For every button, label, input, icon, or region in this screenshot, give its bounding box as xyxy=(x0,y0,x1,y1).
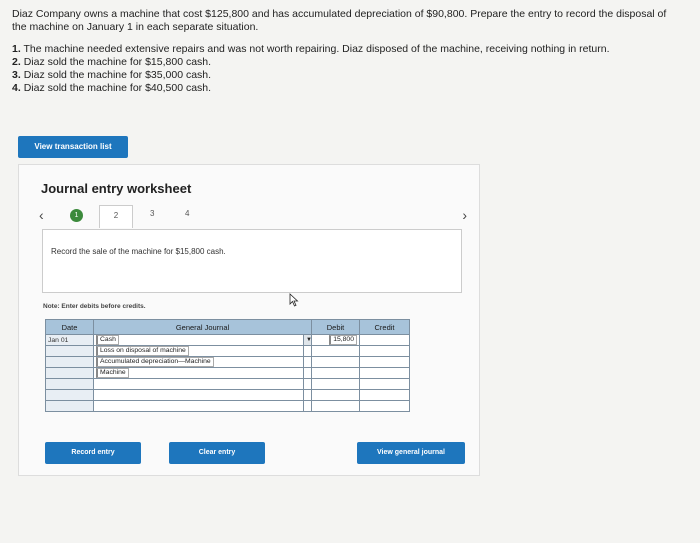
part-number: 2. xyxy=(12,56,21,68)
credit-cell[interactable] xyxy=(359,367,410,379)
debit-cell[interactable] xyxy=(311,400,360,412)
chevron-down-icon[interactable]: ▼ xyxy=(303,334,312,346)
tab-step-2[interactable]: 2 xyxy=(99,205,133,228)
problem-part-3: 3. Diaz sold the machine for $35,000 cas… xyxy=(12,69,682,82)
debit-cell[interactable] xyxy=(311,345,360,357)
table-row xyxy=(45,389,410,401)
date-cell[interactable] xyxy=(45,378,94,390)
debit-cell[interactable] xyxy=(311,378,360,390)
part-number: 4. xyxy=(12,82,21,94)
part-text: Diaz sold the machine for $35,000 cash. xyxy=(23,69,212,81)
account-cell[interactable] xyxy=(93,389,304,401)
credit-cell[interactable] xyxy=(359,334,410,346)
dropdown-cell[interactable] xyxy=(303,345,312,357)
account-cell[interactable]: Loss on disposal of machine xyxy=(93,345,304,357)
view-transaction-list-button[interactable]: View transaction list xyxy=(18,136,128,158)
problem-intro: Diaz Company owns a machine that cost $1… xyxy=(12,8,667,33)
prompt-text: Record the sale of the machine for $15,8… xyxy=(51,247,226,256)
journal-entry-worksheet: Journal entry worksheet ‹ 1 2 3 4 › Reco… xyxy=(18,164,480,476)
chevron-left-icon[interactable]: ‹ xyxy=(39,207,44,223)
problem-statement: Diaz Company owns a machine that cost $1… xyxy=(12,8,682,95)
credit-cell[interactable] xyxy=(359,389,410,401)
debit-credit-note: Note: Enter debits before credits. xyxy=(43,303,146,310)
table-row: Accumulated depreciation—Machine xyxy=(45,356,410,368)
tab-step-4[interactable]: 4 xyxy=(185,209,189,218)
table-row xyxy=(45,378,410,390)
credit-cell[interactable] xyxy=(359,378,410,390)
debit-cell[interactable]: 15,800 xyxy=(311,334,360,346)
dropdown-cell[interactable] xyxy=(303,356,312,368)
date-cell[interactable] xyxy=(45,389,94,401)
problem-part-2: 2. Diaz sold the machine for $15,800 cas… xyxy=(12,56,682,69)
prompt-box: Record the sale of the machine for $15,8… xyxy=(42,229,462,293)
account-name[interactable]: Accumulated depreciation—Machine xyxy=(96,357,214,367)
table-row: Machine xyxy=(45,367,410,379)
part-text: Diaz sold the machine for $40,500 cash. xyxy=(23,82,212,94)
chevron-right-icon[interactable]: › xyxy=(462,207,467,223)
table-row: Loss on disposal of machine xyxy=(45,345,410,357)
debit-cell[interactable] xyxy=(311,389,360,401)
dropdown-cell[interactable] xyxy=(303,400,312,412)
record-entry-button[interactable]: Record entry xyxy=(45,442,141,464)
date-cell[interactable] xyxy=(45,367,94,379)
problem-parts: 1. The machine needed extensive repairs … xyxy=(12,43,682,95)
date-cell[interactable] xyxy=(45,345,94,357)
part-number: 1. xyxy=(12,43,21,55)
account-name[interactable]: Loss on disposal of machine xyxy=(96,346,189,356)
mouse-cursor-icon xyxy=(289,293,299,307)
header-credit: Credit xyxy=(359,319,410,335)
header-general-journal: General Journal xyxy=(93,319,312,335)
dropdown-cell[interactable] xyxy=(303,389,312,401)
worksheet-title: Journal entry worksheet xyxy=(41,181,192,196)
credit-cell[interactable] xyxy=(359,356,410,368)
header-date: Date xyxy=(45,319,94,335)
journal-grid: Date General Journal Debit Credit Jan 01… xyxy=(45,319,410,412)
dropdown-cell[interactable] xyxy=(303,367,312,379)
worksheet-step-nav: ‹ 1 2 3 4 › xyxy=(37,205,467,228)
account-cell[interactable]: Accumulated depreciation—Machine xyxy=(93,356,304,368)
credit-cell[interactable] xyxy=(359,345,410,357)
date-cell[interactable] xyxy=(45,400,94,412)
account-cell[interactable] xyxy=(93,378,304,390)
account-cell[interactable]: Cash xyxy=(93,334,304,346)
date-cell[interactable] xyxy=(45,356,94,368)
step-1-complete-badge[interactable]: 1 xyxy=(70,209,83,222)
part-text: Diaz sold the machine for $15,800 cash. xyxy=(23,56,212,68)
table-row: Jan 01 Cash ▼ 15,800 xyxy=(45,334,410,346)
tab-step-3[interactable]: 3 xyxy=(150,209,154,218)
credit-cell[interactable] xyxy=(359,400,410,412)
account-name[interactable]: Cash xyxy=(96,335,119,345)
problem-part-1: 1. The machine needed extensive repairs … xyxy=(12,43,682,56)
journal-header-row: Date General Journal Debit Credit xyxy=(45,319,410,335)
account-cell[interactable] xyxy=(93,400,304,412)
view-general-journal-button[interactable]: View general journal xyxy=(357,442,465,464)
problem-part-4: 4. Diaz sold the machine for $40,500 cas… xyxy=(12,82,682,95)
clear-entry-button[interactable]: Clear entry xyxy=(169,442,265,464)
dropdown-cell[interactable] xyxy=(303,378,312,390)
table-row xyxy=(45,400,410,412)
debit-value[interactable]: 15,800 xyxy=(329,335,357,345)
account-name[interactable]: Machine xyxy=(96,368,129,378)
date-cell[interactable]: Jan 01 xyxy=(45,334,94,346)
part-text: The machine needed extensive repairs and… xyxy=(23,43,610,55)
account-cell[interactable]: Machine xyxy=(93,367,304,379)
header-debit: Debit xyxy=(311,319,360,335)
part-number: 3. xyxy=(12,69,21,81)
debit-cell[interactable] xyxy=(311,356,360,368)
debit-cell[interactable] xyxy=(311,367,360,379)
